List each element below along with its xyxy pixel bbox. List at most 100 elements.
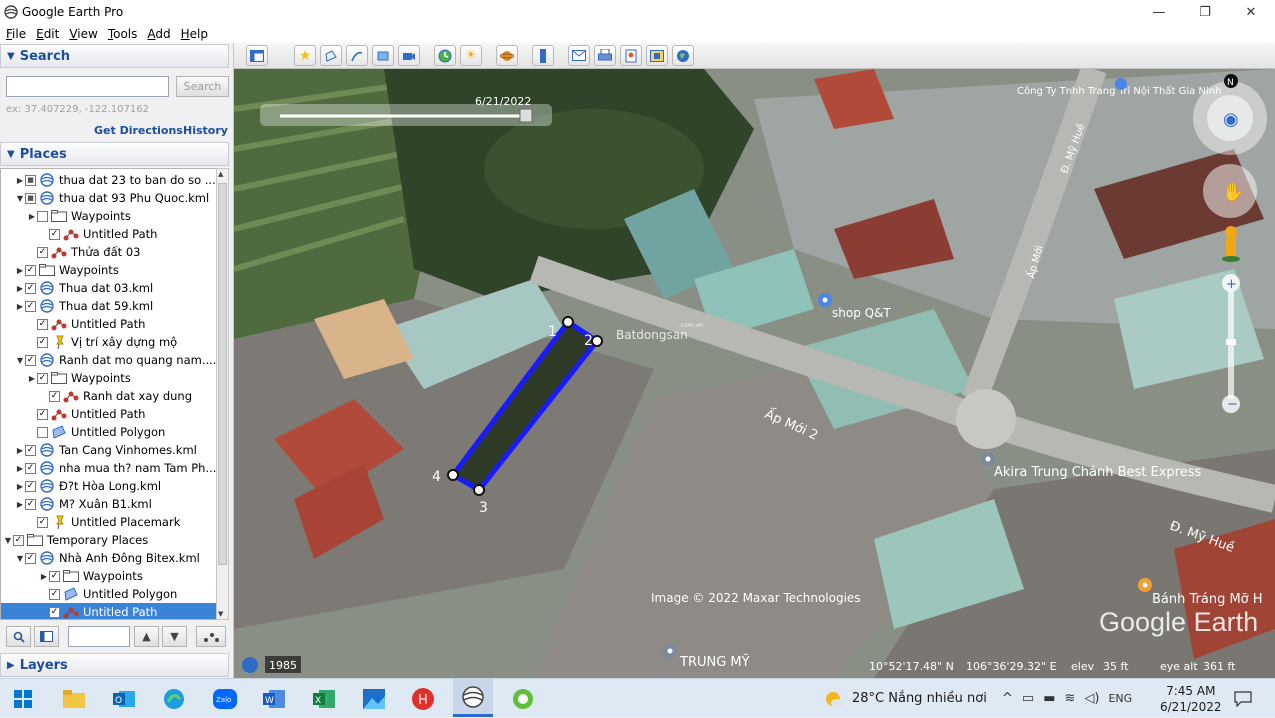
visibility-checkbox[interactable]: ✓: [37, 318, 48, 330]
menu-help[interactable]: Help: [181, 27, 208, 41]
add-path-button[interactable]: [346, 45, 368, 66]
polygon-vertex[interactable]: [562, 316, 574, 328]
visibility-checkbox[interactable]: [37, 426, 48, 438]
visibility-checkbox[interactable]: ✓: [25, 462, 36, 474]
layers-panel-header[interactable]: ▶ Layers: [0, 653, 229, 677]
historical-imagery-icon[interactable]: [242, 657, 258, 673]
place-item[interactable]: ✓ Thửa đất 03: [1, 243, 217, 261]
expand-right-icon[interactable]: ▶: [27, 212, 37, 221]
zoom-thumb[interactable]: [1226, 339, 1236, 345]
menu-file[interactable]: File: [6, 27, 26, 41]
visibility-checkbox[interactable]: ✓: [37, 246, 48, 258]
word-button[interactable]: W: [258, 683, 290, 715]
expand-right-icon[interactable]: ▶: [15, 464, 25, 473]
save-image-button[interactable]: [620, 45, 642, 66]
akira-pin-icon[interactable]: [981, 452, 995, 466]
place-item[interactable]: ▶ ✓ Waypoints: [1, 369, 217, 387]
google-earth-taskbar-button[interactable]: [453, 679, 493, 717]
visibility-checkbox[interactable]: ✓: [49, 588, 60, 600]
company-pin-icon[interactable]: [1115, 78, 1127, 90]
place-item[interactable]: ▶ ■ thua dat 23 to ban do so ...: [1, 171, 217, 189]
visibility-checkbox[interactable]: ✓: [13, 534, 24, 546]
expand-right-icon[interactable]: ▶: [15, 302, 25, 311]
print-button[interactable]: [594, 45, 616, 66]
expand-right-icon[interactable]: ▶: [39, 572, 49, 581]
photos-button[interactable]: [358, 683, 390, 715]
visibility-checkbox[interactable]: ✓: [49, 390, 60, 402]
sidebar-toggle-button[interactable]: [246, 45, 268, 66]
expand-down-icon[interactable]: ▼: [3, 536, 13, 545]
add-polygon-button[interactable]: [320, 45, 342, 66]
expand-down-icon[interactable]: ▼: [15, 194, 25, 203]
restore-button[interactable]: ❐: [1182, 0, 1228, 24]
place-item[interactable]: ▶ ✓ Thua dat 59.kml: [1, 297, 217, 315]
zalo-button[interactable]: Zalo: [209, 683, 241, 715]
places-scrollbar[interactable]: ▲ ▼: [216, 168, 229, 620]
h-app-button[interactable]: H: [407, 683, 439, 715]
search-input[interactable]: [6, 76, 169, 97]
place-item[interactable]: ✓ Untitled Placemark: [1, 513, 217, 531]
excel-button[interactable]: X: [308, 683, 340, 715]
place-item[interactable]: ▶ ✓ Waypoints: [1, 261, 217, 279]
visibility-checkbox[interactable]: ✓: [25, 354, 36, 366]
history-link[interactable]: History: [183, 124, 228, 137]
visibility-checkbox[interactable]: ✓: [37, 516, 48, 528]
place-item[interactable]: ▼ ✓ Nhà Anh Đông Bitex.kml: [1, 549, 217, 567]
place-item[interactable]: ✓ Ranh dat xay dung: [1, 387, 217, 405]
outlook-button[interactable]: O: [108, 683, 140, 715]
time-slider-handle[interactable]: [519, 108, 533, 123]
notifications-button[interactable]: [1234, 679, 1252, 718]
satellite-imagery[interactable]: Công Ty Tnhh Trang Trí Nội Thất Gia Ninh…: [234, 69, 1275, 678]
scroll-thumb[interactable]: [218, 183, 227, 565]
place-item[interactable]: ▼ ■ thua dat 93 Phu Quoc.kml: [1, 189, 217, 207]
place-item[interactable]: ✓ Untitled Polygon: [1, 585, 217, 603]
expand-down-icon[interactable]: ▼: [15, 356, 25, 365]
place-item[interactable]: ✓ Untitled Path: [1, 405, 217, 423]
edge-button[interactable]: [158, 683, 190, 715]
place-item[interactable]: ✓ Untitled Path: [1, 315, 217, 333]
tour-button[interactable]: [196, 626, 226, 647]
file-explorer-button[interactable]: [58, 683, 90, 715]
trung-my-pin-icon[interactable]: [663, 644, 677, 658]
visibility-checkbox[interactable]: ✓: [25, 498, 36, 510]
minimize-button[interactable]: —: [1136, 0, 1182, 24]
switch-planet-button[interactable]: [496, 45, 518, 66]
visibility-checkbox[interactable]: ✓: [49, 228, 60, 240]
historical-imagery-button[interactable]: [434, 45, 456, 66]
clock[interactable]: 7:45 AM 6/21/2022: [1160, 679, 1222, 718]
weather-widget[interactable]: 28°C Nắng nhiều nơi: [824, 679, 987, 718]
place-item[interactable]: ▼ ✓ Temporary Places: [1, 531, 217, 549]
menu-edit[interactable]: Edit: [36, 27, 59, 41]
place-item[interactable]: Untitled Polygon: [1, 423, 217, 441]
battery-icon[interactable]: ▭: [1022, 691, 1034, 706]
search-button[interactable]: Search: [176, 76, 229, 97]
scroll-up-icon[interactable]: ▲: [218, 170, 223, 178]
visibility-checkbox[interactable]: ✓: [25, 300, 36, 312]
place-item[interactable]: ▶ ✓ nha mua th? nam Tam Ph...: [1, 459, 217, 477]
view-in-maps-button[interactable]: [672, 45, 694, 66]
menu-add[interactable]: Add: [147, 27, 170, 41]
email-button[interactable]: [568, 45, 590, 66]
add-placemark-button[interactable]: ★: [294, 45, 316, 66]
visibility-checkbox[interactable]: ✓: [25, 282, 36, 294]
record-tour-button[interactable]: [398, 45, 420, 66]
visibility-checkbox[interactable]: ✓: [25, 264, 36, 276]
visibility-checkbox[interactable]: ✓: [25, 480, 36, 492]
places-filter-input[interactable]: [68, 626, 130, 647]
start-button[interactable]: [7, 683, 39, 715]
place-item[interactable]: ▶ ✓ Waypoints: [1, 567, 217, 585]
movie-maker-button[interactable]: [646, 45, 668, 66]
expand-right-icon[interactable]: ▶: [15, 176, 25, 185]
place-item[interactable]: ✓ Vị trí xây dựng mộ: [1, 333, 217, 351]
visibility-checkbox[interactable]: ✓: [37, 336, 48, 348]
menu-tools[interactable]: Tools: [108, 27, 138, 41]
visibility-checkbox[interactable]: ✓: [49, 570, 60, 582]
place-item[interactable]: ▶ ✓ Tan Cang Vinhomes.kml: [1, 441, 217, 459]
banh-trang-pin-icon[interactable]: [1138, 578, 1152, 592]
polygon-vertex[interactable]: [447, 469, 459, 481]
close-button[interactable]: ✕: [1228, 0, 1274, 24]
map-view[interactable]: ★ ☀ Công Ty Tnhh Trang Trí Nội Thất Gia …: [234, 43, 1275, 678]
expand-right-icon[interactable]: ▶: [15, 284, 25, 293]
expand-right-icon[interactable]: ▶: [15, 446, 25, 455]
place-item[interactable]: ✓ Untitled Path: [1, 225, 217, 243]
